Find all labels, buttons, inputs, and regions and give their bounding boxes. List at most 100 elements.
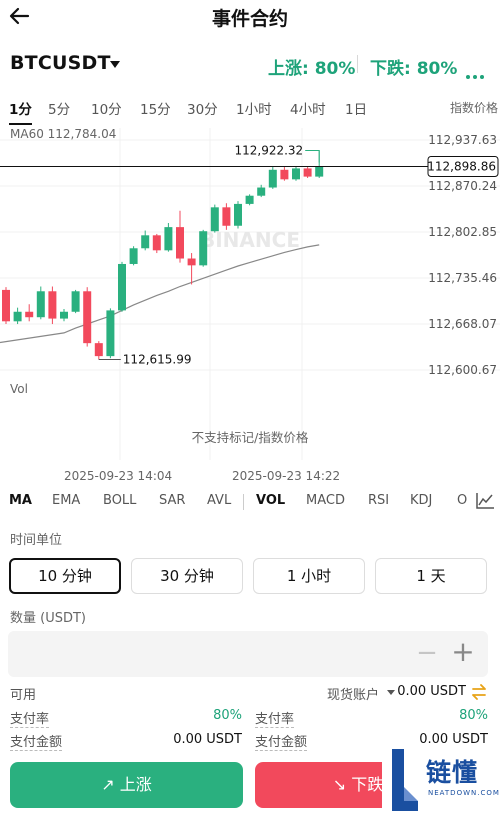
timeframe-tabs: 1分 5分 10分 15分 30分 1小时 4小时 1日 指数价格 — [0, 96, 500, 125]
top-bar: 事件合约 — [0, 0, 500, 36]
rise-button[interactable]: ↗ 上涨 — [10, 762, 243, 808]
quantity-label: 数量 (USDT) — [10, 611, 86, 626]
vol-label: Vol — [10, 382, 28, 396]
indicator-settings-icon[interactable] — [475, 492, 495, 510]
caret-down-icon[interactable] — [387, 690, 395, 695]
logo-l-icon — [392, 749, 418, 811]
fall-button-label: 下跌 — [351, 775, 384, 794]
price-tick-label: 112,937.63 — [428, 133, 497, 147]
payout-amount-label: 支付金额 — [255, 731, 308, 751]
candle-body — [152, 235, 161, 251]
no-support-text: 不支持标记/指数价格 — [191, 430, 309, 445]
candle-body — [94, 343, 103, 357]
index-price-toggle[interactable]: 指数价格 — [450, 99, 498, 116]
price-tick-label: 112,735.46 — [428, 271, 497, 285]
tab-10m[interactable]: 10分 — [91, 98, 122, 118]
logo-text: 链懂 — [426, 758, 479, 787]
ind-boll[interactable]: BOLL — [103, 493, 136, 508]
current-price-label: 112,898.86 — [427, 159, 496, 173]
arrow-down-right-icon: ↘ — [332, 775, 347, 794]
account-selector[interactable]: 现货账户 — [327, 684, 379, 703]
candle-body — [268, 169, 277, 188]
candle-body — [36, 291, 45, 318]
price-tick-label: 112,802.85 — [428, 225, 497, 239]
ind-more[interactable]: O — [457, 493, 467, 508]
available-label: 可用 — [10, 688, 37, 703]
candle-body — [106, 310, 115, 357]
candle-body — [71, 291, 80, 312]
candle-body — [141, 235, 150, 249]
tab-30m[interactable]: 30分 — [187, 98, 218, 118]
ind-rsi[interactable]: RSI — [368, 493, 389, 508]
quantity-field: − + — [8, 631, 488, 677]
payout-rate-value: 80% — [213, 708, 242, 723]
page-title: 事件合约 — [211, 8, 288, 30]
candle-body — [210, 207, 219, 232]
candle-body — [315, 166, 324, 177]
time-unit-10m[interactable]: 10 分钟 — [9, 558, 121, 594]
time-unit-1d[interactable]: 1 天 — [375, 558, 487, 594]
low-price-label: 112,615.99 — [123, 353, 192, 367]
ind-ma[interactable]: MA — [9, 493, 32, 508]
ind-kdj[interactable]: KDJ — [410, 493, 432, 508]
swap-transfer-icon[interactable] — [470, 684, 488, 700]
tab-15m[interactable]: 15分 — [140, 98, 171, 118]
tab-5m[interactable]: 5分 — [48, 98, 70, 118]
candle-body — [2, 289, 10, 322]
candle-body — [25, 311, 34, 318]
candle-body — [222, 207, 231, 226]
symbol-selector[interactable]: BTCUSDT — [10, 52, 111, 74]
more-icon[interactable] — [466, 64, 487, 83]
candle-body — [176, 227, 184, 259]
rise-payout-label: 上涨: 80% — [268, 59, 356, 79]
logo-subtext: NEATDOWN.COM — [428, 789, 500, 797]
ind-sar[interactable]: SAR — [159, 493, 185, 508]
time-unit-label: 时间单位 — [10, 533, 63, 548]
high-marker-line — [305, 149, 320, 163]
divider — [243, 494, 244, 510]
candle-body — [164, 227, 173, 251]
available-balance: 0.00 USDT — [397, 684, 466, 699]
payout-amount-value: 0.00 USDT — [173, 732, 242, 747]
candle-body — [257, 187, 266, 196]
candle-body — [199, 231, 208, 266]
tab-1d[interactable]: 1日 — [345, 98, 367, 118]
ind-avl[interactable]: AVL — [207, 493, 231, 508]
candle-body — [83, 291, 92, 344]
candle-body — [13, 311, 22, 322]
high-price-label: 112,922.32 — [234, 143, 303, 157]
ind-vol[interactable]: VOL — [256, 493, 285, 508]
arrow-up-right-icon: ↗ — [101, 775, 115, 794]
tab-1h[interactable]: 1小时 — [236, 98, 272, 118]
payout-rate-label: 支付率 — [255, 708, 295, 728]
fall-payout-label: 下跌: 80% — [370, 59, 458, 79]
increase-button[interactable]: + — [450, 638, 476, 668]
caret-down-icon[interactable] — [110, 61, 120, 68]
candle-body — [187, 258, 196, 266]
tab-1m[interactable]: 1分 — [9, 98, 32, 125]
price-tick-label: 112,668.07 — [428, 317, 497, 331]
candle-body — [60, 311, 68, 319]
payout-rate-value: 80% — [459, 708, 488, 723]
time-axis-label: 2025-09-23 14:04 — [64, 469, 173, 483]
candle-body — [234, 203, 242, 226]
candle-body — [303, 168, 312, 177]
time-unit-30m[interactable]: 30 分钟 — [131, 558, 243, 594]
time-unit-1h[interactable]: 1 小时 — [253, 558, 365, 594]
ind-macd[interactable]: MACD — [306, 493, 345, 508]
ma60-line — [0, 244, 320, 344]
divider — [357, 55, 358, 73]
decrease-button[interactable]: − — [416, 640, 438, 668]
price-tick-label: 112,600.67 — [428, 363, 497, 377]
tab-4h[interactable]: 4小时 — [290, 98, 326, 118]
rise-button-label: 上涨 — [119, 775, 152, 794]
ind-ema[interactable]: EMA — [52, 493, 80, 508]
payout-rate-label: 支付率 — [10, 708, 50, 728]
candle-body — [118, 263, 126, 311]
candle-body — [292, 168, 300, 180]
indicator-tabs: MA EMA BOLL SAR AVL VOL MACD RSI KDJ O — [0, 491, 500, 513]
quantity-input[interactable] — [18, 643, 398, 665]
site-watermark-logo: 链懂 NEATDOWN.COM — [382, 745, 500, 816]
candle-body — [245, 195, 254, 204]
symbol-row: BTCUSDT 上涨: 80% 下跌: 80% — [0, 50, 500, 82]
